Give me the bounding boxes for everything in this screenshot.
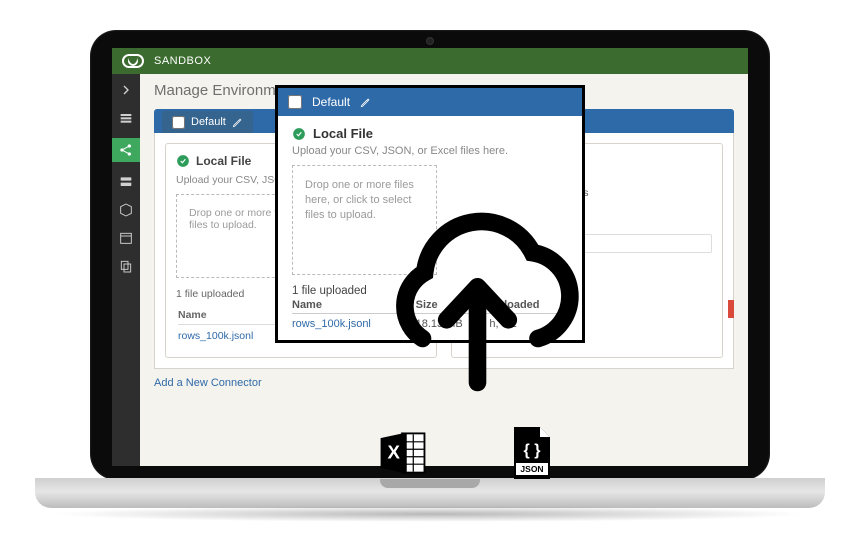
sandbox-title: SANDBOX [154, 55, 211, 67]
camera-dot [427, 38, 433, 44]
modal-edit-icon[interactable] [360, 97, 371, 108]
modal-section-header: Local File [292, 126, 568, 141]
calendar-icon[interactable] [118, 230, 134, 246]
modal-hint: Upload your CSV, JSON, or Excel files he… [292, 145, 568, 157]
modal-header: Default [278, 88, 582, 116]
excel-file-icon: X [375, 425, 431, 486]
edit-icon[interactable] [232, 117, 243, 128]
grid-icon[interactable] [118, 110, 134, 126]
local-file-title: Local File [196, 154, 251, 168]
check-circle-icon [176, 154, 190, 168]
modal-section-title: Local File [313, 126, 373, 141]
svg-text:X: X [387, 442, 400, 463]
add-connector-link[interactable]: Add a New Connector [154, 377, 262, 389]
modal-title: Default [312, 95, 350, 109]
svg-text:JSON: JSON [520, 464, 543, 474]
left-sidebar [112, 74, 140, 466]
copy-icon[interactable] [118, 258, 134, 274]
tab-default[interactable]: Default [162, 111, 253, 133]
red-indicator [728, 300, 734, 318]
modal-check-icon [292, 127, 306, 141]
svg-text:{ }: { } [524, 442, 541, 459]
tab-checkbox[interactable] [172, 116, 185, 129]
modal-checkbox[interactable] [288, 95, 302, 109]
app-logo-icon [122, 54, 144, 68]
chevron-right-icon[interactable] [118, 82, 134, 98]
json-file-icon: { } JSON [510, 425, 554, 486]
laptop-shadow [50, 506, 810, 522]
cube-icon[interactable] [118, 202, 134, 218]
share-nav-icon[interactable] [112, 138, 140, 162]
storage-icon[interactable] [118, 174, 134, 190]
tab-label: Default [191, 116, 226, 128]
app-header: SANDBOX [112, 48, 748, 74]
cloud-upload-icon [365, 190, 590, 410]
